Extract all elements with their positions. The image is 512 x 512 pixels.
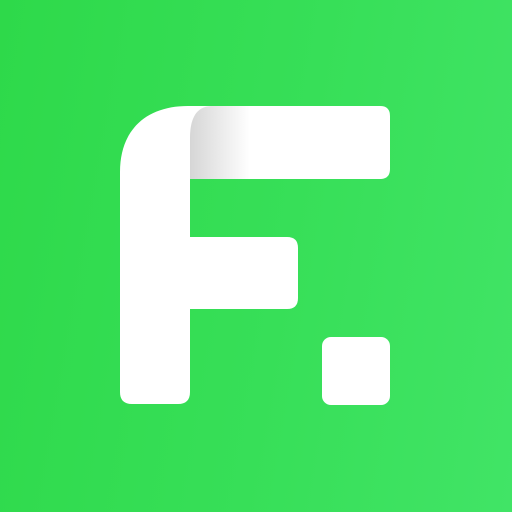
f-middle-bar [190, 237, 298, 309]
app-icon [0, 0, 512, 512]
f-fold-shadow [190, 106, 250, 179]
f-logo-icon [120, 106, 390, 405]
f-dot-square [322, 337, 390, 405]
